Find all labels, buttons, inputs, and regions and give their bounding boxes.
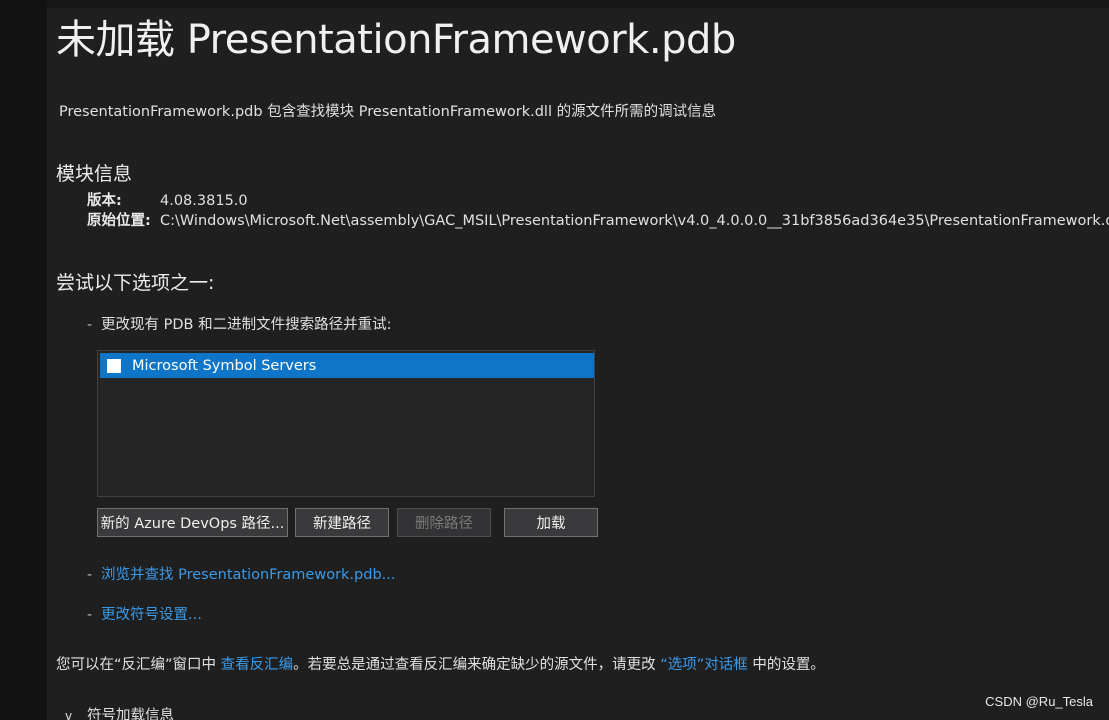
version-value: 4.08.3815.0: [160, 193, 248, 209]
list-item-microsoft-symbol-servers[interactable]: Microsoft Symbol Servers: [100, 353, 594, 378]
location-label: 原始位置:: [87, 213, 151, 229]
page-title: 未加载 PresentationFramework.pdb: [56, 17, 736, 63]
chevron-down-icon: v: [65, 709, 73, 720]
page-description: PresentationFramework.pdb 包含查找模块 Present…: [59, 104, 717, 120]
options-heading: 尝试以下选项之一:: [56, 272, 215, 294]
hint-text-3: 中的设置。: [747, 657, 825, 673]
browse-option: - 浏览并查找 PresentationFramework.pdb...: [87, 565, 396, 585]
symbol-load-info-toggle[interactable]: v 符号加载信息: [65, 706, 174, 720]
load-button[interactable]: 加载: [504, 508, 598, 537]
symbol-server-label: Microsoft Symbol Servers: [132, 357, 317, 374]
version-label: 版本:: [87, 193, 122, 209]
symbol-server-checkbox[interactable]: [107, 358, 121, 373]
left-panel-strip: [0, 0, 47, 720]
browse-pdb-link[interactable]: 浏览并查找 PresentationFramework.pdb...: [101, 567, 396, 583]
change-paths-option: - 更改现有 PDB 和二进制文件搜索路径并重试:: [87, 315, 391, 335]
version-row: 版本: 4.08.3815.0: [87, 191, 248, 211]
hint-text-2: 。若要总是通过查看反汇编来确定缺少的源文件，请更改: [293, 657, 661, 673]
change-symbol-settings-link[interactable]: 更改符号设置...: [101, 607, 202, 623]
symbol-load-info-label: 符号加载信息: [87, 708, 174, 720]
csdn-watermark: CSDN @Ru_Tesla: [985, 694, 1093, 709]
hint-text-1: 您可以在“反汇编”窗口中: [56, 657, 221, 673]
pdb-not-loaded-document: 未加载 PresentationFramework.pdb Presentati…: [47, 0, 1109, 720]
module-info-heading: 模块信息: [56, 163, 133, 185]
location-value: C:\Windows\Microsoft.Net\assembly\GAC_MS…: [160, 213, 1109, 229]
delete-path-button[interactable]: 删除路径: [397, 508, 491, 537]
symbol-server-list[interactable]: Microsoft Symbol Servers: [97, 350, 595, 497]
symbol-settings-option: - 更改符号设置...: [87, 605, 202, 625]
top-gap: [47, 0, 1109, 8]
bullet-dash: -: [87, 567, 93, 583]
location-row: 原始位置: C:\Windows\Microsoft.Net\assembly\G…: [87, 211, 1109, 231]
bullet-dash: -: [87, 607, 93, 623]
new-path-button[interactable]: 新建路径: [295, 508, 389, 537]
change-paths-text: 更改现有 PDB 和二进制文件搜索路径并重试:: [101, 317, 392, 333]
view-disassembly-link[interactable]: 查看反汇编: [221, 657, 294, 673]
disassembly-hint: 您可以在“反汇编”窗口中 查看反汇编。若要总是通过查看反汇编来确定缺少的源文件，…: [56, 655, 825, 675]
new-azure-devops-path-button[interactable]: 新的 Azure DevOps 路径...: [97, 508, 288, 537]
bullet-dash: -: [87, 317, 93, 333]
options-dialog-link[interactable]: “选项”对话框: [660, 657, 748, 673]
